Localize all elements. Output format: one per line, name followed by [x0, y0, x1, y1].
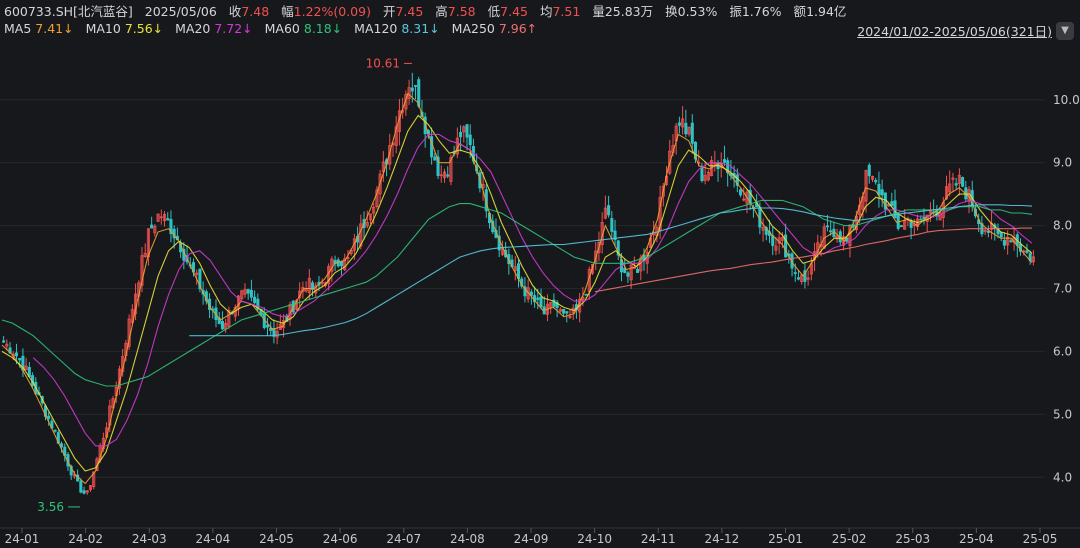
y-tick-label: 4.0 — [1053, 470, 1072, 484]
candle-body — [2, 340, 6, 343]
x-tick-label: 24-01 — [5, 532, 40, 546]
candle-body — [684, 122, 688, 135]
candle-body — [18, 357, 22, 361]
candle-body — [626, 272, 630, 277]
candle-body — [220, 320, 224, 330]
candle-body — [961, 177, 965, 187]
candle-body — [446, 174, 450, 177]
x-tick-label: 24-05 — [259, 532, 294, 546]
x-tick-label: 24-02 — [68, 532, 103, 546]
candle-body — [954, 183, 958, 186]
candle-body — [829, 230, 833, 233]
candle-body — [796, 277, 800, 280]
x-tick-label: 24-09 — [514, 532, 549, 546]
candle-body — [867, 164, 871, 177]
y-tick-label: 7.0 — [1053, 282, 1072, 296]
candle-body — [459, 132, 463, 138]
x-tick-label: 24-03 — [132, 532, 167, 546]
candle-body — [874, 179, 878, 183]
candle-body — [14, 352, 19, 357]
candle-body — [413, 85, 418, 87]
x-tick-label: 24-07 — [386, 532, 421, 546]
x-tick-label: 24-10 — [577, 532, 612, 546]
kline-chart[interactable]: 4.0 5.0 6.0 7.0 8.0 9.0 10.0 24-01 24-02 24-03 24-… — [0, 0, 1080, 548]
candle-body — [339, 261, 344, 267]
candle-body — [433, 156, 437, 161]
x-tick-label: 25-05 — [1023, 532, 1058, 546]
x-tick-label: 24-11 — [641, 532, 676, 546]
candle-body — [565, 311, 569, 314]
candle-body — [700, 167, 704, 182]
candle-body — [468, 134, 472, 146]
candle-body — [877, 183, 881, 196]
low-price-label: 3.56 — [37, 500, 64, 514]
candle-body — [410, 87, 414, 92]
candle-body — [79, 480, 83, 493]
candle-body — [536, 297, 540, 300]
candle-body — [610, 218, 614, 232]
candle-body — [1009, 240, 1013, 243]
chart-axes: 4.0 5.0 6.0 7.0 8.0 9.0 10.0 24-01 24-02 24-03 24-… — [0, 93, 1080, 546]
candle-body — [677, 122, 681, 126]
x-tick-label: 25-02 — [832, 532, 867, 546]
candle-body — [690, 122, 694, 144]
ma10-line — [1, 114, 1033, 472]
high-price-label: 10.61 — [366, 56, 400, 70]
candle-body — [722, 159, 726, 163]
candle-body — [584, 293, 588, 296]
candle-body — [47, 415, 51, 419]
y-tick-label: 5.0 — [1053, 407, 1072, 421]
candle-body — [793, 272, 797, 274]
candle-body — [150, 224, 154, 229]
y-tick-label: 6.0 — [1053, 344, 1072, 358]
candle-body — [825, 225, 829, 228]
candle-body — [539, 296, 543, 308]
candle-body — [562, 309, 566, 314]
candle-body — [253, 296, 257, 304]
chart-grid — [0, 99, 1045, 478]
candle-body — [53, 429, 57, 432]
x-tick-label: 25-03 — [895, 532, 930, 546]
candle-body — [899, 225, 903, 228]
x-tick-label: 25-04 — [959, 532, 994, 546]
y-tick-label: 10.0 — [1053, 93, 1080, 107]
candle-body — [880, 189, 884, 196]
candle-body — [1002, 239, 1006, 246]
x-tick-label: 24-12 — [704, 532, 739, 546]
candle-body — [166, 218, 170, 221]
candle-body — [249, 289, 253, 298]
candle-body — [265, 324, 270, 328]
candle-body — [1025, 250, 1029, 253]
x-tick-label: 25-01 — [768, 532, 803, 546]
y-tick-label: 9.0 — [1053, 156, 1072, 170]
x-tick-label: 24-04 — [195, 532, 230, 546]
candle-body — [636, 268, 640, 273]
candle-body — [607, 205, 611, 216]
x-tick-label: 24-06 — [323, 532, 358, 546]
x-tick-label: 24-08 — [450, 532, 485, 546]
candle-body — [82, 490, 86, 494]
candle-body — [999, 232, 1003, 238]
candle-body — [739, 189, 743, 196]
candle-body — [890, 201, 894, 207]
candle-body — [465, 124, 469, 138]
candle-body — [246, 289, 250, 294]
candle-body — [919, 218, 923, 221]
y-tick-label: 8.0 — [1053, 219, 1072, 233]
candles — [2, 72, 1035, 495]
